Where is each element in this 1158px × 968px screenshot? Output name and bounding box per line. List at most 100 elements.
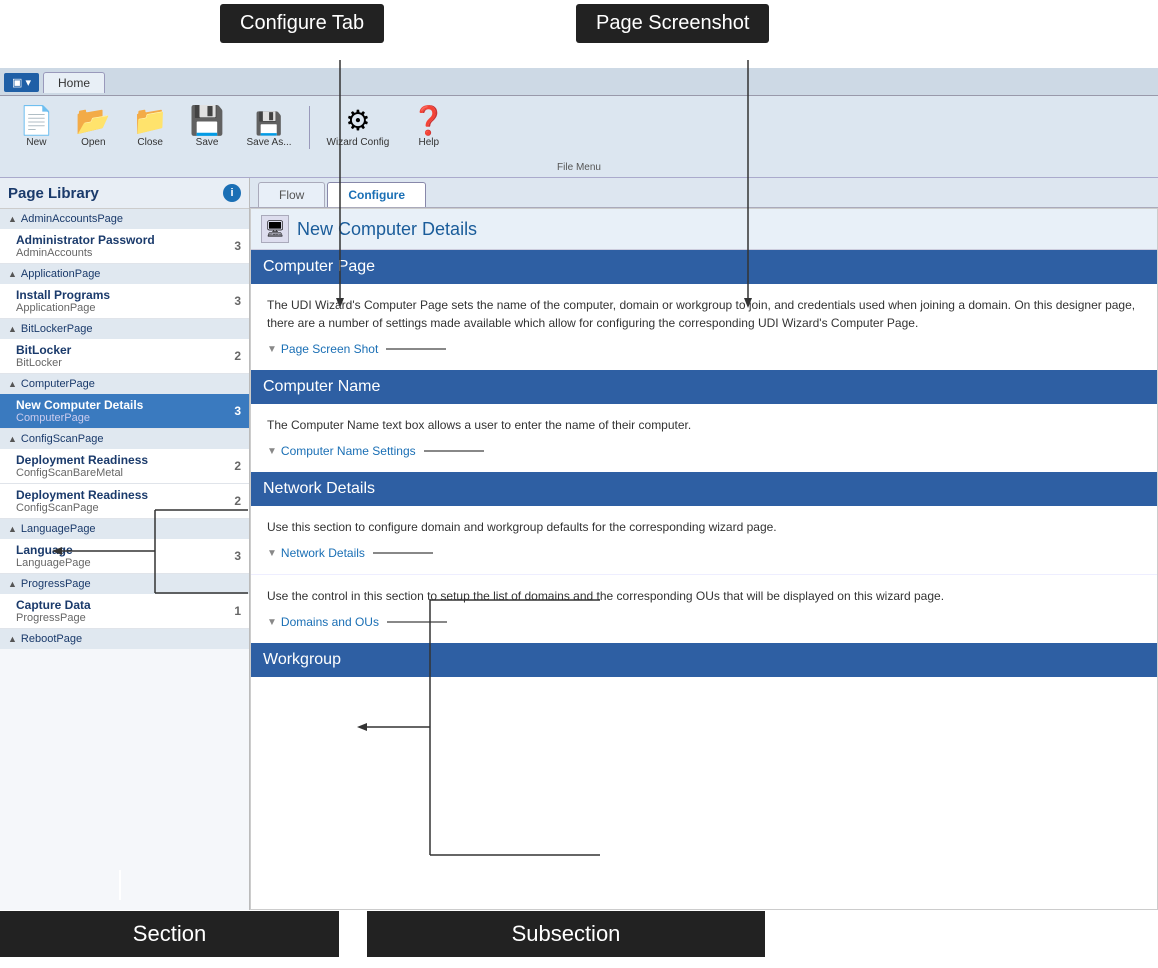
sidebar-item-bitlocker[interactable]: BitLocker BitLocker 2: [0, 339, 249, 374]
info-icon[interactable]: i: [223, 184, 241, 202]
group-label-admin: AdminAccountsPage: [21, 213, 123, 225]
section-header-workgroup: Workgroup: [251, 643, 1157, 677]
triangle-icon: ▲: [8, 379, 17, 389]
sidebar-item-adminpassword[interactable]: Administrator Password AdminAccounts 3: [0, 229, 249, 264]
sidebar-item-subtitle: ConfigScanBareMetal: [16, 467, 225, 479]
sidebar-item-badge: 2: [225, 459, 241, 473]
subsection-link-network[interactable]: ▼ Network Details: [267, 544, 1141, 562]
sidebar-item-title: New Computer Details: [16, 398, 225, 412]
close-icon: 📁: [133, 107, 168, 135]
section-annotation: Section: [0, 911, 339, 957]
ribbon-separator: [309, 106, 310, 149]
page-icon: 🖥: [261, 215, 289, 243]
save-as-button[interactable]: 💾 Save As...: [238, 108, 301, 153]
section-text-network2: Use the control in this section to setup…: [267, 587, 1141, 605]
group-label-bitlocker: BitLockerPage: [21, 323, 93, 335]
group-label-configscan: ConfigScanPage: [21, 433, 104, 445]
subsection-annotation: Subsection: [367, 911, 765, 957]
subsection-link-computername[interactable]: ▼ Computer Name Settings: [267, 442, 1141, 460]
sidebar-group-adminaccountspage[interactable]: ▲ AdminAccountsPage: [0, 209, 249, 229]
subsection-label-screenshot: Page Screen Shot: [281, 340, 378, 358]
triangle-icon: ▲: [8, 634, 17, 644]
new-icon: 📄: [19, 107, 54, 135]
sidebar-group-configscanpage[interactable]: ▲ ConfigScanPage: [0, 429, 249, 449]
save-button[interactable]: 💾 Save: [181, 102, 234, 153]
wizard-config-label: Wizard Config: [327, 137, 390, 148]
tab-flow[interactable]: Flow: [258, 182, 325, 207]
help-icon: ❓: [411, 107, 446, 135]
help-label: Help: [418, 137, 439, 148]
new-label: New: [26, 137, 46, 148]
sidebar-item-subtitle: LanguagePage: [16, 557, 225, 569]
sidebar-header: Page Library i: [0, 178, 249, 209]
sidebar-item-deployreadiness1[interactable]: Deployment Readiness ConfigScanBareMetal…: [0, 449, 249, 484]
sidebar-item-text: Deployment Readiness ConfigScanBareMetal: [16, 453, 225, 479]
group-label-language: LanguagePage: [21, 523, 96, 535]
help-button[interactable]: ❓ Help: [402, 102, 455, 153]
arrow-icon: ▼: [267, 615, 277, 630]
sidebar-item-badge: 3: [225, 294, 241, 308]
main-layout: Page Library i ▲ AdminAccountsPage Admin…: [0, 178, 1158, 910]
ribbon-content: 📄 New 📂 Open 📁 Close 💾 Save 💾 Save As...: [0, 96, 1158, 159]
sidebar-item-title: Administrator Password: [16, 233, 225, 247]
sidebar-item-subtitle: ComputerPage: [16, 412, 225, 424]
ribbon-tab-home[interactable]: Home: [43, 72, 105, 93]
sidebar-item-newcomputerdetails[interactable]: New Computer Details ComputerPage 3: [0, 394, 249, 429]
section-text-computer-name: The Computer Name text box allows a user…: [267, 416, 1141, 434]
subsection-link-screenshot[interactable]: ▼ Page Screen Shot: [267, 340, 1141, 358]
sidebar-item-installprograms[interactable]: Install Programs ApplicationPage 3: [0, 284, 249, 319]
page-title-bar: 🖥 New Computer Details: [251, 209, 1157, 250]
arrow-icon: ▼: [267, 444, 277, 459]
link-line: [387, 621, 447, 623]
file-menu-label: File Menu: [557, 162, 601, 173]
sidebar-item-title: Language: [16, 543, 225, 557]
sidebar-list: ▲ AdminAccountsPage Administrator Passwo…: [0, 209, 249, 910]
section-text-network: Use this section to configure domain and…: [267, 518, 1141, 536]
app-container: ▣ ▾ Home 📄 New 📂 Open 📁 Close 💾 Save 💾: [0, 68, 1158, 900]
content-area: 🖥 New Computer Details Computer Page The…: [250, 208, 1158, 910]
new-button[interactable]: 📄 New: [10, 102, 63, 153]
section-body-network2: Use the control in this section to setup…: [251, 574, 1157, 643]
sidebar-group-languagepage[interactable]: ▲ LanguagePage: [0, 519, 249, 539]
close-button[interactable]: 📁 Close: [124, 102, 177, 153]
sidebar-item-title: Deployment Readiness: [16, 488, 225, 502]
ribbon: ▣ ▾ Home 📄 New 📂 Open 📁 Close 💾 Save 💾: [0, 68, 1158, 178]
sidebar-item-deployreadiness2[interactable]: Deployment Readiness ConfigScanPage 2: [0, 484, 249, 519]
sidebar-item-badge: 3: [225, 404, 241, 418]
sidebar-item-language[interactable]: Language LanguagePage 3: [0, 539, 249, 574]
triangle-icon: ▲: [8, 214, 17, 224]
sidebar-item-text: Language LanguagePage: [16, 543, 225, 569]
save-as-label: Save As...: [247, 137, 292, 148]
configure-tab-annotation: Configure Tab: [220, 4, 384, 43]
sidebar-item-badge: 2: [225, 349, 241, 363]
sidebar-group-rebootpage[interactable]: ▲ RebootPage: [0, 629, 249, 649]
sidebar-item-title: Capture Data: [16, 598, 225, 612]
bottom-labels: Section Subsection: [0, 900, 1158, 968]
group-label-reboot: RebootPage: [21, 633, 82, 645]
sidebar-item-title: Install Programs: [16, 288, 225, 302]
app-button[interactable]: ▣ ▾: [4, 73, 39, 92]
sidebar-item-badge: 2: [225, 494, 241, 508]
tab-configure[interactable]: Configure: [327, 182, 426, 207]
sidebar-group-bitlockerpage[interactable]: ▲ BitLockerPage: [0, 319, 249, 339]
page-title: New Computer Details: [297, 219, 477, 240]
sidebar-item-title: Deployment Readiness: [16, 453, 225, 467]
sidebar-group-computerpage[interactable]: ▲ ComputerPage: [0, 374, 249, 394]
section-body-computer-name: The Computer Name text box allows a user…: [251, 404, 1157, 472]
sidebar-group-applicationpage[interactable]: ▲ ApplicationPage: [0, 264, 249, 284]
page-library-title: Page Library: [8, 185, 99, 202]
subsection-link-domains[interactable]: ▼ Domains and OUs: [267, 613, 1141, 631]
sidebar: Page Library i ▲ AdminAccountsPage Admin…: [0, 178, 250, 910]
sidebar-item-text: New Computer Details ComputerPage: [16, 398, 225, 424]
triangle-icon: ▲: [8, 579, 17, 589]
section-header-computer-page: Computer Page: [251, 250, 1157, 284]
sidebar-group-progresspage[interactable]: ▲ ProgressPage: [0, 574, 249, 594]
open-label: Open: [81, 137, 105, 148]
section-header-network: Network Details: [251, 472, 1157, 506]
arrow-icon: ▼: [267, 546, 277, 561]
wizard-config-button[interactable]: ⚙ Wizard Config: [318, 102, 399, 153]
sidebar-item-text: Install Programs ApplicationPage: [16, 288, 225, 314]
wizard-config-icon: ⚙: [345, 107, 370, 135]
sidebar-item-capturedata[interactable]: Capture Data ProgressPage 1: [0, 594, 249, 629]
open-button[interactable]: 📂 Open: [67, 102, 120, 153]
